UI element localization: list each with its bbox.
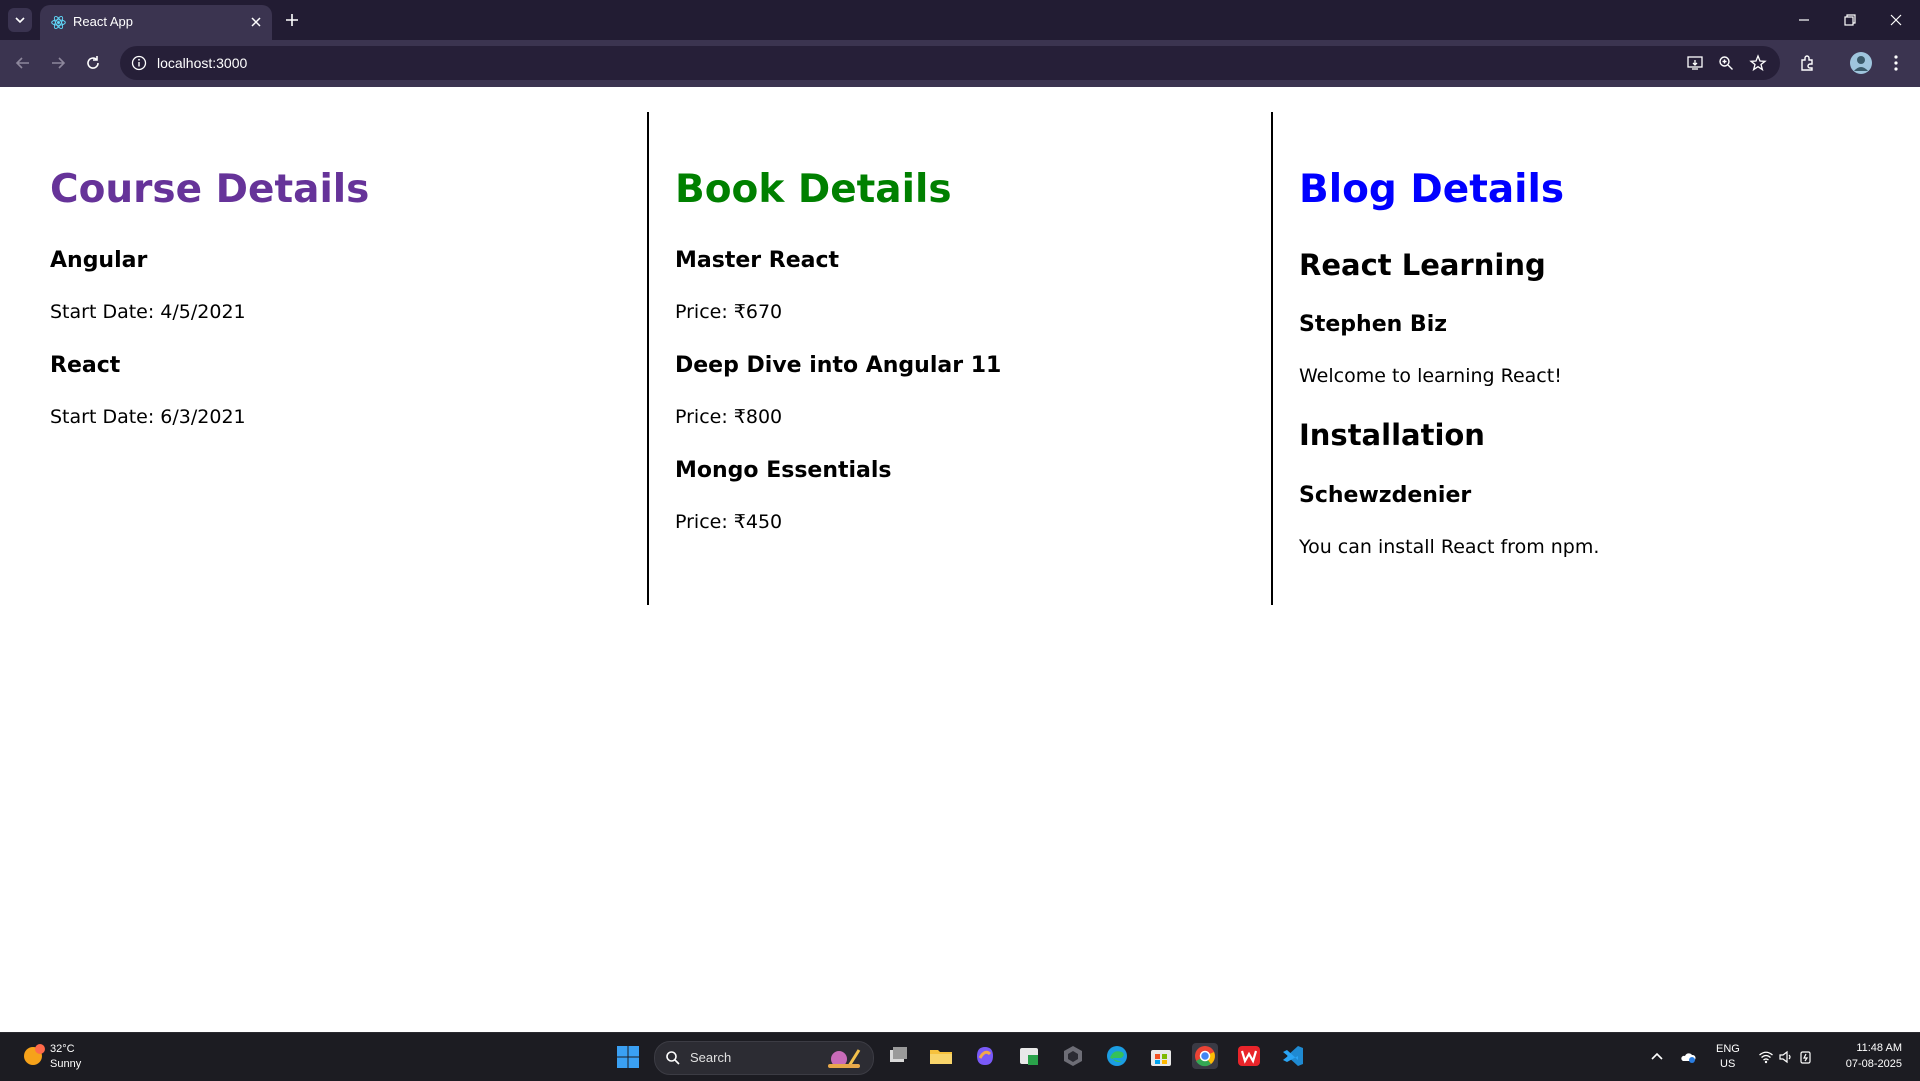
- course-date: Start Date: 6/3/2021: [50, 406, 246, 428]
- file-explorer-icon[interactable]: [928, 1043, 954, 1069]
- blog-text: Welcome to learning React!: [1299, 365, 1562, 387]
- search-label: Search: [690, 1050, 732, 1065]
- course-details-section: Course Details Angular Start Date: 4/5/2…: [50, 112, 635, 604]
- profile-icon: [1854, 56, 1868, 71]
- blog-text: You can install React from npm.: [1299, 536, 1600, 558]
- weather-sun-icon[interactable]: [20, 1041, 48, 1069]
- search-highlight-icon: [828, 1049, 861, 1068]
- app-icon[interactable]: [1016, 1043, 1042, 1069]
- book-name: Master React: [675, 248, 840, 273]
- chevron-down-icon: [15, 17, 25, 24]
- profile-avatar[interactable]: [1850, 52, 1872, 74]
- blog-title: Installation: [1299, 418, 1485, 452]
- weather-condition: Sunny: [50, 1058, 82, 1070]
- book-price: Price: ₹670: [675, 301, 783, 323]
- chrome-icon[interactable]: [1192, 1043, 1218, 1069]
- hexagon-glyph: [1064, 1046, 1082, 1066]
- onedrive-icon[interactable]: [1680, 1049, 1696, 1065]
- reload-icon[interactable]: [82, 52, 104, 74]
- blog-details-section: Blog Details React Learning Stephen Biz …: [1299, 112, 1884, 604]
- windows-start-icon[interactable]: [616, 1045, 640, 1069]
- tab-search-button[interactable]: [8, 8, 32, 32]
- back-icon[interactable]: [12, 52, 34, 74]
- column-divider: [647, 112, 649, 605]
- close-icon[interactable]: [248, 14, 264, 30]
- browser-tab-bar: React App: [0, 0, 1920, 40]
- edge-glyph: [1107, 1046, 1127, 1066]
- copilot-icon[interactable]: [972, 1043, 998, 1069]
- battery-icon[interactable]: [1798, 1049, 1814, 1065]
- folder-glyph: [930, 1050, 952, 1064]
- tab-title: React App: [73, 14, 133, 29]
- window-close-icon[interactable]: [1886, 10, 1906, 30]
- zoom-icon[interactable]: [1717, 54, 1735, 72]
- wps-glyph: [1238, 1046, 1260, 1066]
- weather-temp: 32°C: [50, 1043, 75, 1055]
- language-region: US: [1720, 1058, 1736, 1070]
- clock-time[interactable]: 11:48 AM: [1856, 1042, 1902, 1054]
- chevron-up-icon[interactable]: [1649, 1049, 1665, 1065]
- blog-author: Stephen Biz: [1299, 312, 1448, 337]
- book-name: Mongo Essentials: [675, 458, 892, 483]
- book-price: Price: ₹450: [675, 511, 783, 533]
- book-details-section: Book Details Master React Price: ₹670 De…: [675, 112, 1260, 604]
- blog-title: React Learning: [1299, 248, 1546, 282]
- language-code[interactable]: ENG: [1716, 1043, 1740, 1055]
- vscode-icon[interactable]: [1280, 1043, 1306, 1069]
- app-glyph: [1020, 1048, 1038, 1065]
- volume-icon[interactable]: [1778, 1049, 1794, 1065]
- chrome-glyph: [1195, 1046, 1215, 1067]
- edge-icon[interactable]: [1104, 1043, 1130, 1069]
- task-view-icon[interactable]: [884, 1043, 910, 1069]
- wps-office-icon[interactable]: [1236, 1043, 1262, 1069]
- new-tab-icon[interactable]: [282, 10, 302, 30]
- book-name: Deep Dive into Angular 11: [675, 353, 1002, 378]
- extensions-icon[interactable]: [1797, 52, 1819, 74]
- address-bar[interactable]: localhost:3000: [120, 46, 1780, 80]
- book-heading: Book Details: [675, 167, 952, 212]
- course-date: Start Date: 4/5/2021: [50, 301, 246, 323]
- taskbar-search[interactable]: Search: [654, 1041, 874, 1075]
- menu-dots-icon[interactable]: [1885, 52, 1907, 74]
- store-glyph: [1151, 1050, 1171, 1066]
- url-text: localhost:3000: [157, 55, 248, 71]
- course-heading: Course Details: [50, 167, 370, 212]
- blog-author: Schewzdenier: [1299, 483, 1472, 508]
- task-view-glyph: [890, 1047, 907, 1062]
- course-name: React: [50, 353, 121, 378]
- book-price: Price: ₹800: [675, 406, 783, 428]
- course-name: Angular: [50, 248, 148, 273]
- copilot-glyph: [977, 1047, 993, 1065]
- page-content: Course Details Angular Start Date: 4/5/2…: [0, 87, 1920, 1032]
- taskbar: 32°C Sunny Search ENG US 11:48 AM 07-08-…: [0, 1032, 1920, 1081]
- app-icon[interactable]: [1060, 1043, 1086, 1069]
- column-divider: [1271, 112, 1273, 605]
- clock-date: 07-08-2025: [1845, 1058, 1902, 1070]
- site-info-icon[interactable]: [130, 54, 148, 72]
- tab-react-app[interactable]: React App: [40, 5, 272, 40]
- vscode-glyph: [1283, 1046, 1303, 1066]
- minimize-icon[interactable]: [1794, 10, 1814, 30]
- restore-icon[interactable]: [1840, 10, 1860, 30]
- browser-toolbar: localhost:3000: [0, 40, 1920, 87]
- forward-icon[interactable]: [47, 52, 69, 74]
- wifi-icon[interactable]: [1758, 1049, 1774, 1065]
- install-app-icon[interactable]: [1686, 54, 1704, 72]
- blog-heading: Blog Details: [1299, 167, 1565, 212]
- store-icon[interactable]: [1148, 1043, 1174, 1069]
- bookmark-star-icon[interactable]: [1749, 54, 1767, 72]
- search-icon: [666, 1051, 680, 1065]
- react-logo-icon: [51, 15, 66, 30]
